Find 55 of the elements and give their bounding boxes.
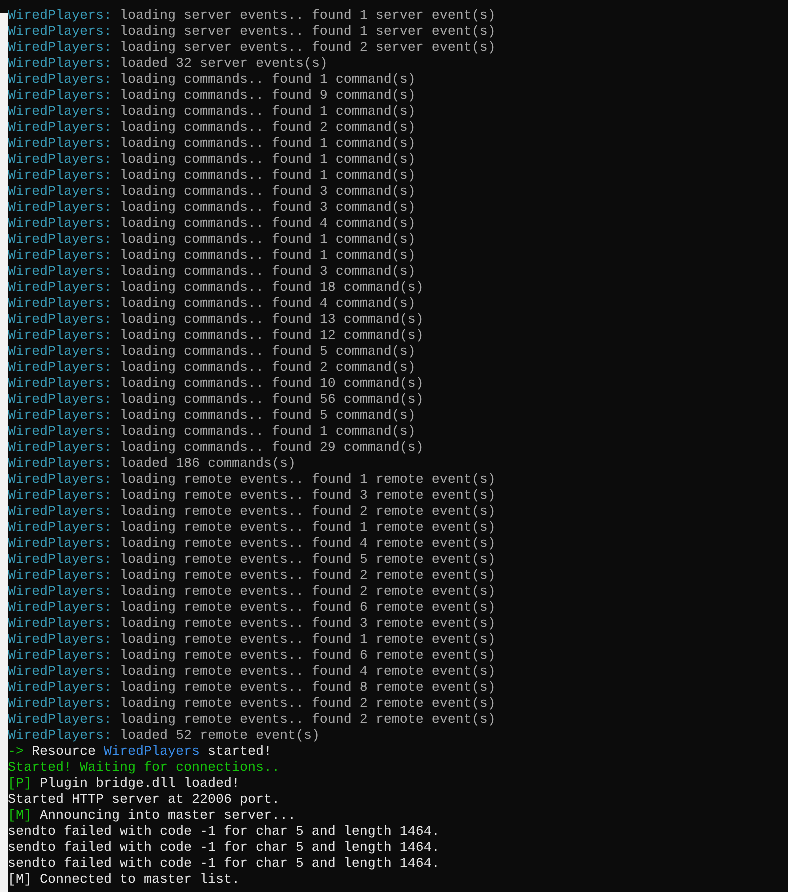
console-line: WiredPlayers: loaded 32 server events(s) (8, 57, 328, 73)
console-line: [P] Plugin bridge.dll loaded! (8, 777, 240, 793)
console-line: WiredPlayers: loading commands.. found 18 command(s) (8, 281, 424, 297)
console-line: WiredPlayers: loading commands.. found 1 command(s) (8, 73, 416, 89)
console-line: WiredPlayers: loading commands.. found 3 command(s) (8, 201, 416, 217)
console-line: WiredPlayers: loading remote events.. found 1 remote event(s) (8, 473, 496, 489)
console-line: WiredPlayers: loading commands.. found 1 command(s) (8, 153, 416, 169)
console-line: WiredPlayers: loading commands.. found 1 command(s) (8, 233, 416, 249)
console-line: WiredPlayers: loading remote events.. found 6 remote event(s) (8, 601, 496, 617)
console-line: WiredPlayers: loading remote events.. found 2 remote event(s) (8, 569, 496, 585)
console-line: WiredPlayers: loading remote events.. found 2 remote event(s) (8, 505, 496, 521)
console-line: WiredPlayers: loading remote events.. found 2 remote event(s) (8, 697, 496, 713)
console-line: sendto failed with code -1 for char 5 and length 1464. (8, 841, 440, 857)
console-line: WiredPlayers: loading commands.. found 9 command(s) (8, 89, 416, 105)
console-line: sendto failed with code -1 for char 5 and length 1464. (8, 825, 440, 841)
console-line: WiredPlayers: loading remote events.. found 4 remote event(s) (8, 537, 496, 553)
console-line: WiredPlayers: loading commands.. found 56 command(s) (8, 393, 424, 409)
console-line: WiredPlayers: loading remote events.. found 1 remote event(s) (8, 521, 496, 537)
console-line: WiredPlayers: loading commands.. found 12 command(s) (8, 329, 424, 345)
console-line: WiredPlayers: loading remote events.. found 2 remote event(s) (8, 713, 496, 729)
console-line: WiredPlayers: loading commands.. found 1 command(s) (8, 425, 416, 441)
console-line: WiredPlayers: loading commands.. found 3 command(s) (8, 265, 416, 281)
console-line: sendto failed with code -1 for char 5 and length 1464. (8, 857, 440, 873)
console-line: WiredPlayers: loaded 186 commands(s) (8, 457, 296, 473)
console-line: WiredPlayers: loading commands.. found 2 command(s) (8, 361, 416, 377)
console-line: WiredPlayers: loading server events.. found 1 server event(s) (8, 9, 496, 25)
console-line: [M] Announcing into master server... (8, 809, 296, 825)
console-line: WiredPlayers: loaded 52 remote event(s) (8, 729, 320, 745)
console-line: WiredPlayers: loading remote events.. found 1 remote event(s) (8, 633, 496, 649)
console-line: WiredPlayers: loading commands.. found 1 command(s) (8, 137, 416, 153)
console-line: WiredPlayers: loading commands.. found 1 command(s) (8, 169, 416, 185)
console-line: WiredPlayers: loading server events.. found 2 server event(s) (8, 41, 496, 57)
console-line: WiredPlayers: loading remote events.. found 3 remote event(s) (8, 489, 496, 505)
console-line: WiredPlayers: loading remote events.. found 2 remote event(s) (8, 585, 496, 601)
console-line: Started HTTP server at 22006 port. (8, 793, 280, 809)
console-line: [M] Connected to master list. (8, 873, 240, 889)
console-line: WiredPlayers: loading server events.. found 1 server event(s) (8, 25, 496, 41)
console-line: WiredPlayers: loading commands.. found 1 command(s) (8, 249, 416, 265)
console-line: WiredPlayers: loading commands.. found 10 command(s) (8, 377, 424, 393)
console-line: WiredPlayers: loading remote events.. found 6 remote event(s) (8, 649, 496, 665)
console-line: WiredPlayers: loading commands.. found 2 command(s) (8, 121, 416, 137)
console-line: WiredPlayers: loading commands.. found 5 command(s) (8, 409, 416, 425)
console-line: Started! Waiting for connections.. (8, 761, 280, 777)
console-line: WiredPlayers: loading commands.. found 4 command(s) (8, 217, 416, 233)
console-line: WiredPlayers: loading remote events.. found 5 remote event(s) (8, 553, 496, 569)
console-line: -> Resource WiredPlayers started! (8, 745, 272, 761)
console-line: WiredPlayers: loading commands.. found 3 command(s) (8, 185, 416, 201)
console-line: WiredPlayers: loading commands.. found 5 command(s) (8, 345, 416, 361)
console-line: WiredPlayers: loading commands.. found 4 command(s) (8, 297, 416, 313)
console-line: WiredPlayers: loading remote events.. found 4 remote event(s) (8, 665, 496, 681)
console-line: WiredPlayers: loading commands.. found 29 command(s) (8, 441, 424, 457)
console-line: WiredPlayers: loading remote events.. found 8 remote event(s) (8, 681, 496, 697)
console-line: WiredPlayers: loading commands.. found 1 command(s) (8, 105, 416, 121)
console-line: WiredPlayers: loading remote events.. found 3 remote event(s) (8, 617, 496, 633)
console-line: WiredPlayers: loading commands.. found 13 command(s) (8, 313, 424, 329)
